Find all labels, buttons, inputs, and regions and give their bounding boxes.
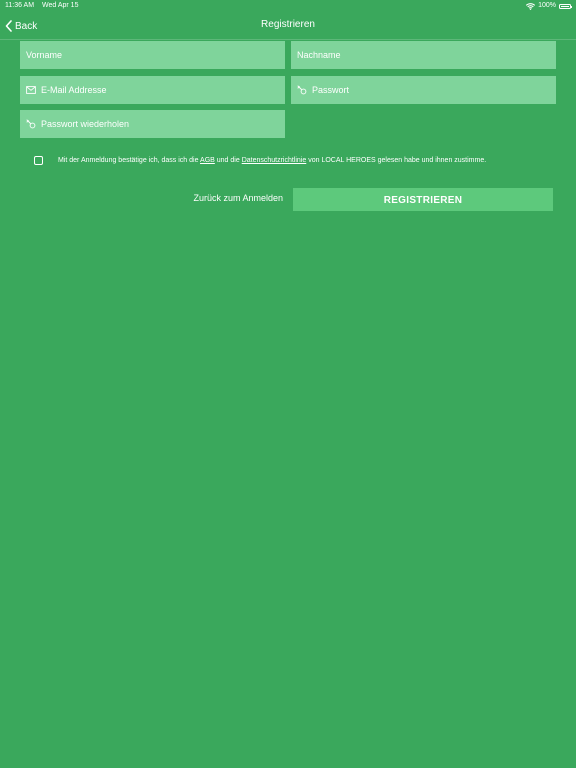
last-name-field[interactable] [291, 41, 556, 69]
battery-fill [561, 5, 569, 7]
terms-checkbox[interactable] [34, 156, 43, 165]
terms-text-before: Mit der Anmeldung bestätige ich, dass ic… [58, 157, 201, 164]
password-repeat-field[interactable] [20, 110, 285, 138]
status-bar: 11:36 AM Wed Apr 15 100% [0, 0, 576, 12]
back-to-login-link[interactable]: Zurück zum Anmelden [150, 193, 283, 203]
privacy-policy-link[interactable]: Datenschutzrichtlinie [242, 157, 307, 164]
terms-text-after: von LOCAL HEROES gelesen habe und ihnen … [306, 157, 487, 164]
status-right: 100% [526, 0, 572, 12]
terms-agreement: Mit der Anmeldung bestätige ich, dass ic… [34, 155, 534, 166]
last-name-input[interactable] [297, 50, 556, 60]
status-time: 11:36 AM [5, 2, 35, 9]
nav-bar: Back Registrieren [0, 12, 576, 40]
terms-text: Mit der Anmeldung bestätige ich, dass ic… [58, 155, 486, 166]
wifi-icon [526, 2, 536, 10]
email-field[interactable] [20, 76, 285, 104]
first-name-input[interactable] [26, 50, 285, 60]
agb-link[interactable]: AGB [200, 157, 215, 164]
password-field[interactable] [291, 76, 556, 104]
password-input[interactable] [312, 85, 556, 95]
first-name-field[interactable] [20, 41, 285, 69]
page-title: Registrieren [261, 19, 315, 30]
email-input[interactable] [41, 85, 285, 95]
key-icon [297, 85, 307, 95]
key-icon [26, 119, 36, 129]
status-date: Wed Apr 15 [42, 2, 79, 9]
status-left: 11:36 AM Wed Apr 15 [5, 0, 78, 12]
battery-icon [559, 3, 572, 9]
register-button[interactable]: REGISTRIEREN [293, 188, 553, 211]
password-repeat-input[interactable] [41, 119, 285, 129]
terms-text-middle: und die [214, 157, 242, 164]
envelope-icon [26, 86, 36, 94]
battery-percent: 100% [538, 2, 556, 9]
